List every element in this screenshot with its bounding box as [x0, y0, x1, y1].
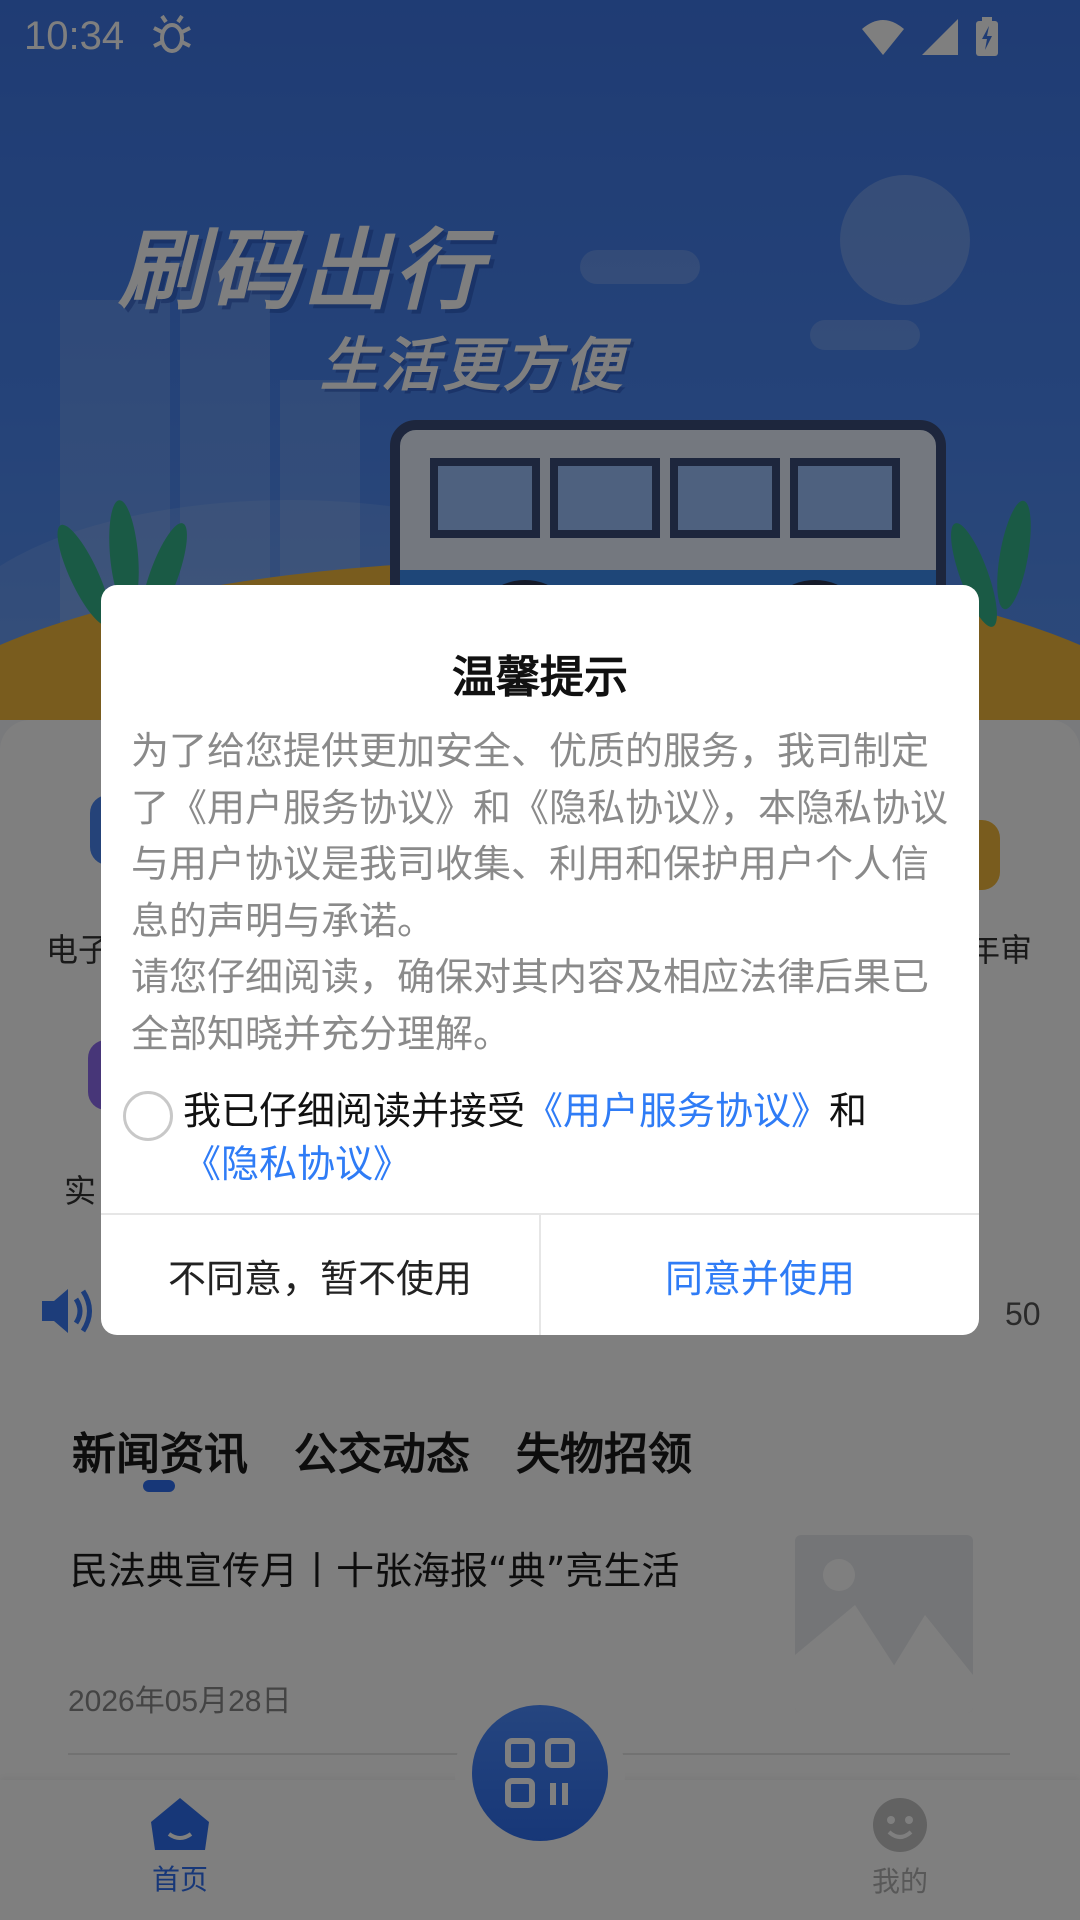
privacy-dialog: 温馨提示 为了给您提供更加安全、优质的服务，我司制定了《用户服务协议》和《隐私协…	[101, 585, 979, 1335]
privacy-agreement-link[interactable]: 《隐私协议》	[183, 1142, 411, 1186]
agree-prefix: 我已仔细阅读并接受	[183, 1089, 526, 1133]
agree-and: 和	[829, 1089, 868, 1133]
disagree-button[interactable]: 不同意，暂不使用	[101, 1215, 539, 1335]
agree-radio[interactable]	[123, 1091, 173, 1141]
dialog-paragraph-1: 为了给您提供更加安全、优质的服务，我司制定了《用户服务协议》和《隐私协议》，本隐…	[131, 729, 949, 943]
dialog-title: 温馨提示	[452, 652, 628, 703]
user-service-agreement-link[interactable]: 《用户服务协议》	[525, 1089, 829, 1133]
agreement-text: 我已仔细阅读并接受《用户服务协议》和《隐私协议》	[183, 1085, 943, 1191]
agree-button[interactable]: 同意并使用	[541, 1215, 979, 1335]
dialog-body: 为了给您提供更加安全、优质的服务，我司制定了《用户服务协议》和《隐私协议》，本隐…	[131, 723, 951, 1062]
dialog-paragraph-2: 请您仔细阅读，确保对其内容及相应法律后果已全部知晓并充分理解。	[131, 955, 930, 1056]
